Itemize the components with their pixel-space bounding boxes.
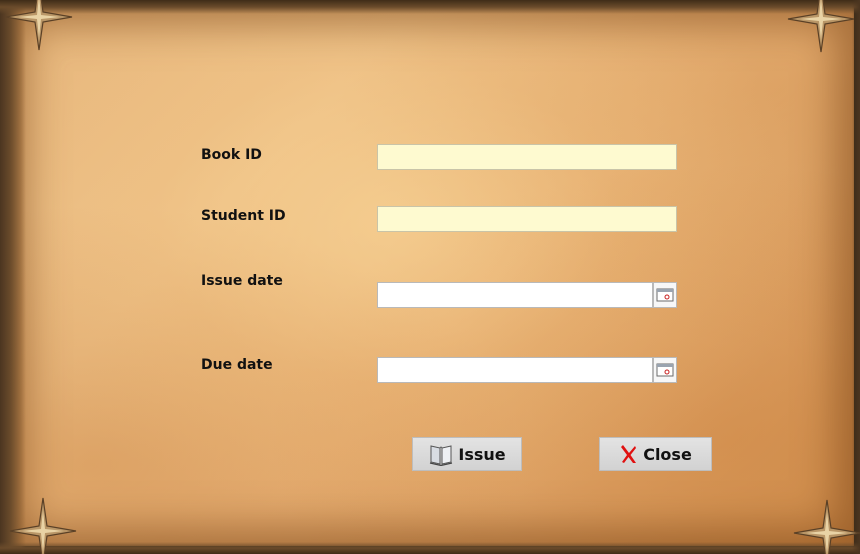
star-ornament-icon bbox=[5, 0, 73, 51]
student-id-label: Student ID bbox=[201, 208, 286, 224]
calendar-icon bbox=[656, 288, 674, 302]
issue-button[interactable]: Issue bbox=[412, 437, 522, 471]
star-ornament-icon bbox=[793, 499, 860, 554]
book-icon bbox=[430, 445, 453, 466]
book-id-label: Book ID bbox=[201, 147, 262, 163]
torn-edge-right bbox=[852, 0, 860, 554]
student-id-input[interactable] bbox=[377, 206, 677, 232]
issue-button-label: Issue bbox=[458, 444, 506, 464]
red-x-icon bbox=[621, 445, 637, 463]
close-button[interactable]: Close bbox=[599, 437, 712, 471]
issue-date-picker-button[interactable] bbox=[653, 282, 677, 308]
calendar-icon bbox=[656, 363, 674, 377]
due-date-label: Due date bbox=[201, 357, 273, 373]
torn-edge-top bbox=[0, 0, 860, 14]
torn-edge-left bbox=[0, 0, 26, 554]
issue-date-input[interactable] bbox=[377, 282, 653, 308]
issue-date-label: Issue date bbox=[201, 273, 283, 289]
book-id-input[interactable] bbox=[377, 144, 677, 170]
close-button-label: Close bbox=[643, 444, 692, 464]
due-date-input[interactable] bbox=[377, 357, 653, 383]
due-date-picker-button[interactable] bbox=[653, 357, 677, 383]
star-ornament-icon bbox=[9, 497, 77, 554]
star-ornament-icon bbox=[787, 0, 855, 53]
issue-book-window: Book ID Student ID Issue date Due date I… bbox=[0, 0, 860, 554]
torn-edge-bottom bbox=[0, 542, 860, 554]
